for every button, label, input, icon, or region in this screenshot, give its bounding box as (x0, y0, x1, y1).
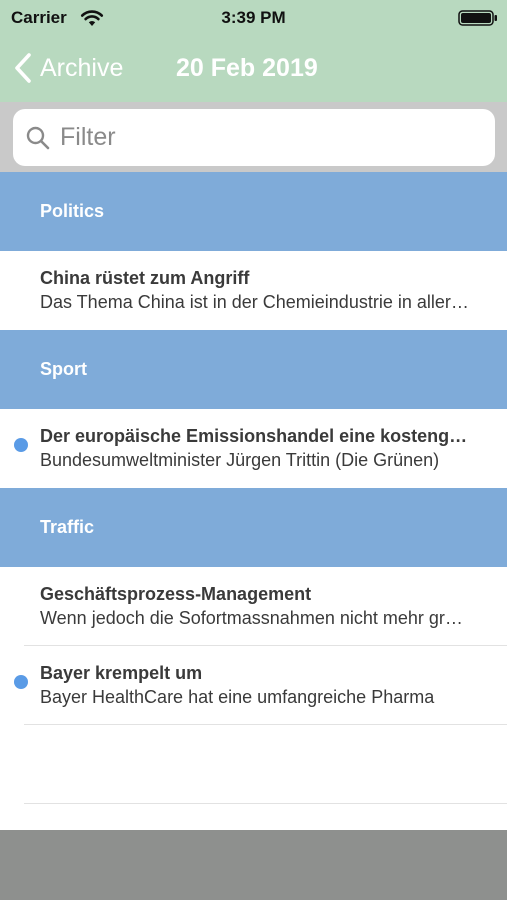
back-button-label: Archive (40, 53, 124, 82)
list-item-subtitle: Bayer HealthCare hat eine umfangreiche P… (40, 687, 435, 707)
list-item-subtitle: Wenn jedoch die Sofortmassnahmen nicht m… (40, 608, 470, 628)
search-icon (26, 126, 50, 149)
bottom-toolbar (0, 830, 507, 900)
list-item[interactable]: China rüstet zum Angriff Das Thema China… (0, 251, 507, 330)
back-button[interactable]: Archive (12, 50, 123, 86)
row-separator (24, 803, 507, 804)
status-bar: Carrier 3:39 PM (0, 0, 507, 36)
list-item[interactable]: Bayer krempelt um Bayer HealthCare hat e… (0, 646, 507, 725)
search-input[interactable] (60, 123, 460, 152)
search-bar (0, 102, 507, 172)
list-item[interactable]: Der europäische Emissionshandel eine kos… (0, 409, 507, 488)
search-field[interactable] (13, 109, 495, 166)
header: Carrier 3:39 PM Archive 20 Feb 2019 (0, 0, 507, 102)
list-item-subtitle: Bundesumweltminister Jürgen Trittin (Die… (40, 450, 440, 470)
unread-indicator (14, 675, 28, 689)
article-list: Politics China rüstet zum Angriff Das Th… (0, 172, 507, 804)
unread-indicator (14, 438, 28, 452)
empty-row (0, 725, 507, 804)
section-header-traffic: Traffic (0, 488, 507, 567)
section-header-sport: Sport (0, 330, 507, 409)
list-item-title: China rüstet zum Angriff (40, 268, 250, 288)
list-item-title: Geschäftsprozess-Management (40, 584, 312, 604)
list-item-title: Der europäische Emissionshandel eine kos… (40, 426, 470, 446)
list-item-title: Bayer krempelt um (40, 663, 203, 683)
navigation-bar: Archive 20 Feb 2019 (0, 36, 507, 102)
section-header-politics: Politics (0, 172, 507, 251)
list-item-subtitle: Das Thema China ist in der Chemieindustr… (40, 292, 470, 312)
page-title: 20 Feb 2019 (176, 54, 318, 82)
status-time: 3:39 PM (221, 8, 286, 27)
list-item[interactable]: Geschäftsprozess-Management Wenn jedoch … (0, 567, 507, 646)
battery-icon (458, 10, 497, 26)
chevron-left-icon (15, 53, 31, 83)
